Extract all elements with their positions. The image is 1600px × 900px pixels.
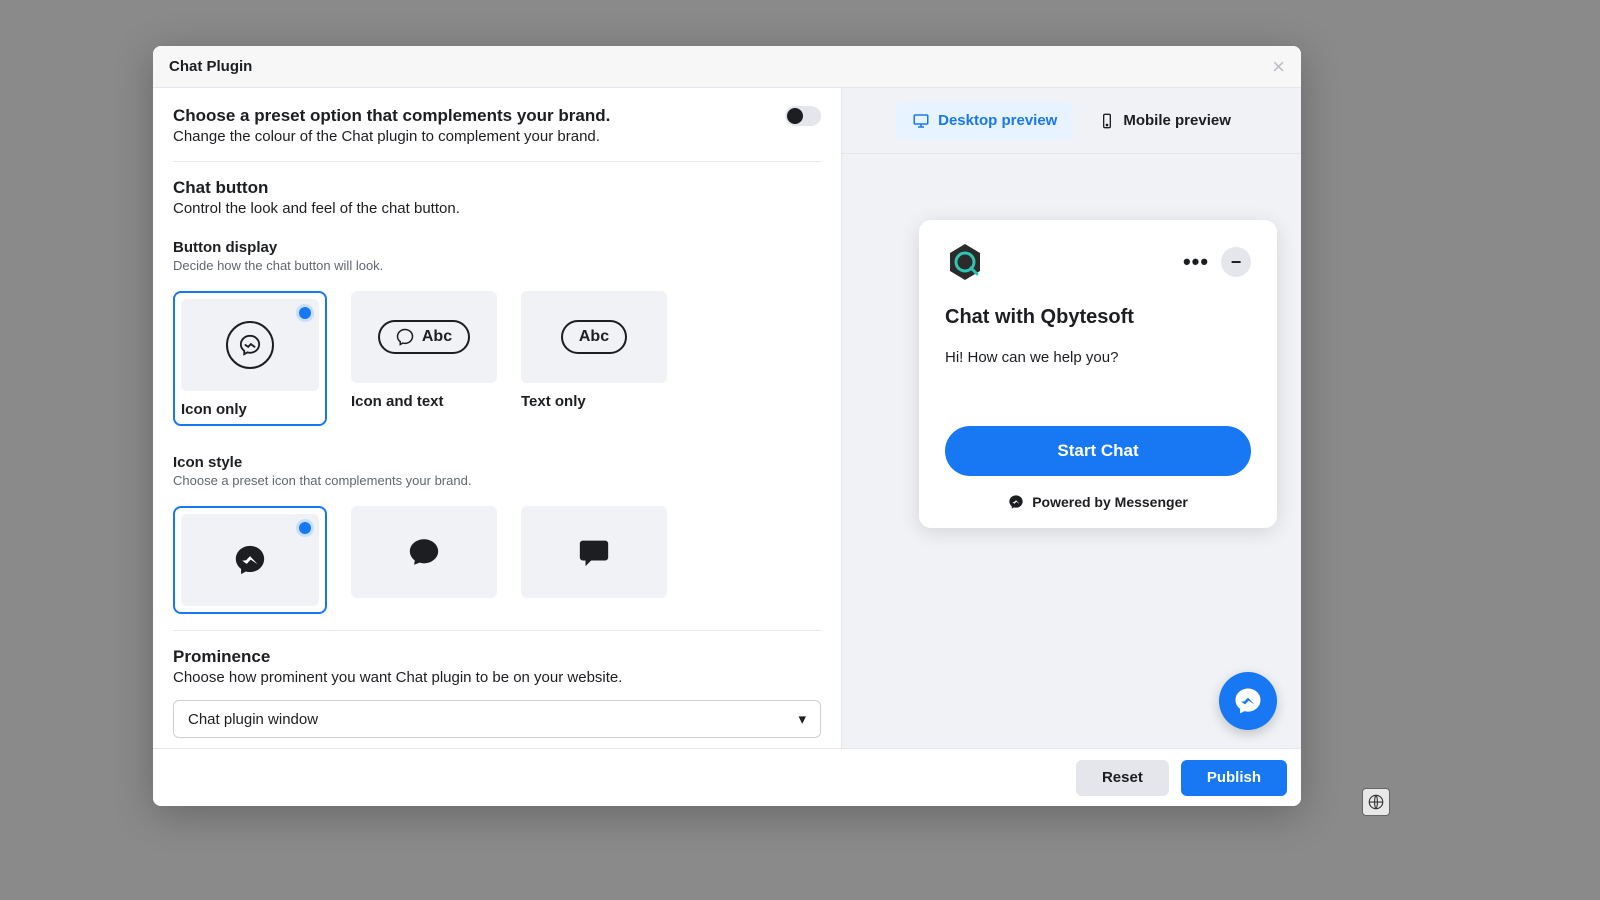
brand-logo-icon [945, 242, 985, 282]
powered-by: Powered by Messenger [945, 494, 1251, 510]
chat-greeting: Hi! How can we help you? [945, 349, 1251, 366]
preview-panel: Desktop preview Mobile preview [841, 88, 1301, 748]
chat-button-title: Chat button [173, 178, 821, 198]
chat-bubble-round-icon [407, 535, 441, 569]
button-display-group: Button display Decide how the chat butto… [173, 239, 821, 426]
chat-header-actions: ••• − [1181, 247, 1251, 277]
divider [173, 630, 821, 631]
tab-label: Desktop preview [938, 112, 1057, 129]
modal-header: Chat Plugin × [153, 46, 1301, 88]
chat-button-subtitle: Control the look and feel of the chat bu… [173, 200, 821, 217]
prominence-title: Prominence [173, 647, 821, 667]
tab-mobile-preview[interactable]: Mobile preview [1083, 102, 1247, 139]
preview-tabs: Desktop preview Mobile preview [842, 88, 1301, 154]
chat-bubble-square-icon [577, 535, 611, 569]
chat-widget-card: ••• − Chat with Qbytesoft Hi! How can we… [919, 220, 1277, 528]
option-icon-and-text[interactable]: Abc Icon and text [351, 291, 497, 426]
icon-style-messenger[interactable] [173, 506, 327, 614]
more-options-icon[interactable]: ••• [1181, 247, 1211, 277]
preset-toggle[interactable] [785, 106, 821, 126]
preset-subtitle: Change the colour of the Chat plugin to … [173, 128, 610, 145]
messenger-icon [1008, 494, 1024, 510]
powered-text: Powered by Messenger [1032, 494, 1188, 510]
start-chat-button[interactable]: Start Chat [945, 426, 1251, 476]
chat-title: Chat with Qbytesoft [945, 306, 1251, 329]
messenger-icon [396, 328, 414, 346]
chat-button-section: Chat button Control the look and feel of… [173, 178, 821, 217]
publish-button[interactable]: Publish [1181, 760, 1287, 796]
mobile-icon [1099, 113, 1115, 129]
prominence-section: Prominence Choose how prominent you want… [173, 647, 821, 738]
globe-icon[interactable] [1362, 788, 1390, 816]
icon-style-bubble-round[interactable] [351, 506, 497, 614]
desktop-icon [912, 112, 930, 130]
chat-plugin-modal: Chat Plugin × Choose a preset option tha… [153, 46, 1301, 806]
icon-style-options [173, 506, 821, 614]
option-label: Text only [521, 393, 667, 410]
prominence-subtitle: Choose how prominent you want Chat plugi… [173, 669, 821, 686]
select-value: Chat plugin window [188, 711, 318, 728]
sample-text: Abc [579, 328, 609, 346]
prominence-select[interactable]: Chat plugin window ▾ [173, 700, 821, 738]
option-icon-only[interactable]: Icon only [173, 291, 327, 426]
toggle-knob [787, 108, 803, 124]
option-label: Icon only [181, 401, 319, 418]
sample-text: Abc [422, 328, 452, 346]
tab-desktop-preview[interactable]: Desktop preview [896, 102, 1073, 140]
chat-fab-button[interactable] [1219, 672, 1277, 730]
close-icon[interactable]: × [1272, 56, 1285, 78]
icon-style-group: Icon style Choose a preset icon that com… [173, 454, 821, 614]
modal-title: Chat Plugin [169, 58, 252, 75]
preview-area: ••• − Chat with Qbytesoft Hi! How can we… [842, 154, 1301, 748]
button-display-desc: Decide how the chat button will look. [173, 258, 821, 273]
modal-body: Choose a preset option that complements … [153, 88, 1301, 748]
chat-card-header: ••• − [945, 242, 1251, 282]
radio-selected-icon [299, 522, 311, 534]
option-text-only[interactable]: Abc Text only [521, 291, 667, 426]
minimize-icon[interactable]: − [1221, 247, 1251, 277]
reset-button[interactable]: Reset [1076, 760, 1169, 796]
chevron-down-icon: ▾ [798, 710, 806, 728]
messenger-icon [1233, 686, 1263, 716]
pill-text: Abc [561, 320, 627, 354]
settings-panel[interactable]: Choose a preset option that complements … [153, 88, 841, 748]
icon-style-desc: Choose a preset icon that complements yo… [173, 473, 821, 488]
button-display-options: Icon only Abc Icon and text [173, 291, 821, 426]
messenger-filled-icon [233, 543, 267, 577]
messenger-icon [226, 321, 274, 369]
divider [173, 161, 821, 162]
option-label: Icon and text [351, 393, 497, 410]
preset-title: Choose a preset option that complements … [173, 106, 610, 126]
pill-icon-text: Abc [378, 320, 470, 354]
icon-style-label: Icon style [173, 454, 821, 471]
preset-section: Choose a preset option that complements … [173, 106, 821, 145]
icon-style-bubble-square[interactable] [521, 506, 667, 614]
tab-label: Mobile preview [1123, 112, 1231, 129]
button-display-label: Button display [173, 239, 821, 256]
modal-footer: Reset Publish [153, 748, 1301, 806]
radio-selected-icon [299, 307, 311, 319]
